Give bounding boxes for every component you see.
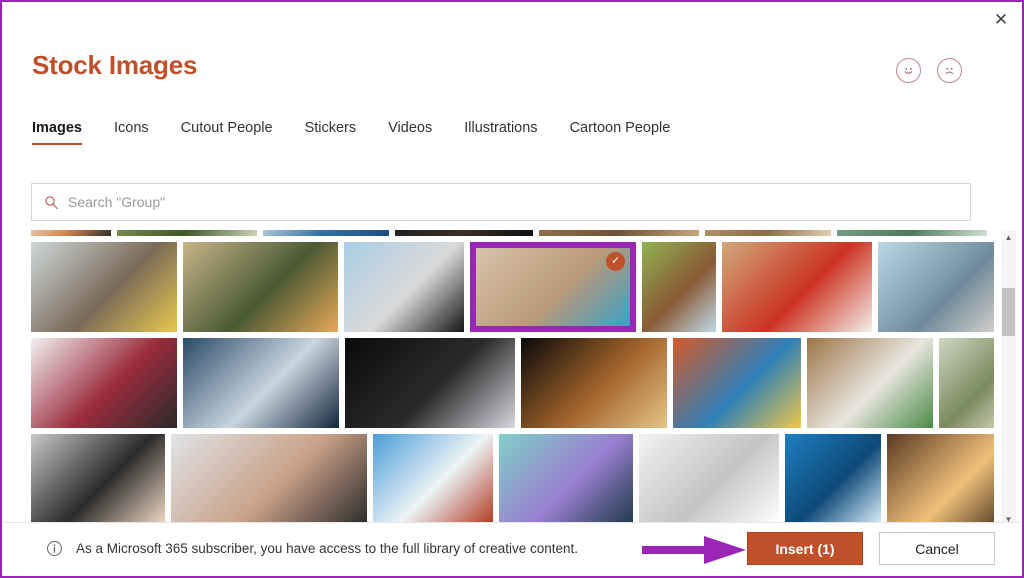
gallery-tile[interactable] (263, 230, 389, 236)
footer-buttons: Insert (1) Cancel (747, 532, 995, 565)
stock-images-dialog: Stock Images ✕ Images Icons Cutout People S… (0, 0, 1024, 578)
tab-cutout-people[interactable]: Cutout People (181, 120, 273, 145)
search-input[interactable] (68, 194, 958, 210)
gallery-tile[interactable] (939, 338, 994, 428)
gallery-tile[interactable] (521, 338, 667, 428)
page-title: Stock Images (32, 50, 198, 80)
search-icon (45, 195, 58, 209)
tab-bar: Images Icons Cutout People Stickers Videos Il… (32, 120, 702, 160)
close-icon[interactable]: ✕ (984, 4, 1018, 34)
gallery-row (31, 434, 994, 524)
gallery-tile[interactable] (785, 434, 881, 524)
selected-check-icon: ✓ (606, 252, 625, 271)
info-icon (46, 540, 63, 557)
gallery-tile[interactable] (183, 338, 339, 428)
scroll-up-arrow-icon[interactable]: ▲ (1001, 230, 1016, 245)
dialog-header: Stock Images (2, 2, 1022, 110)
gallery-tile[interactable] (395, 230, 533, 236)
gallery-tile[interactable] (171, 434, 367, 524)
gallery-tile[interactable] (807, 338, 933, 428)
dialog-footer: As a Microsoft 365 subscriber, you have … (4, 522, 1020, 574)
gallery-row: ✓ (31, 242, 994, 332)
gallery-tile[interactable] (117, 230, 257, 236)
frown-face-icon[interactable] (937, 58, 962, 83)
gallery-tile[interactable] (673, 338, 801, 428)
tab-images[interactable]: Images (32, 120, 82, 145)
scrollbar-thumb[interactable] (1002, 288, 1015, 336)
tab-cartoon-people[interactable]: Cartoon People (570, 120, 671, 145)
gallery-tile[interactable] (31, 434, 165, 524)
gallery-tile[interactable] (539, 230, 699, 236)
gallery-tile[interactable] (31, 242, 177, 332)
gallery-tile[interactable] (183, 242, 338, 332)
feedback-buttons (896, 58, 962, 83)
gallery-row (31, 338, 994, 428)
gallery-tile[interactable] (344, 242, 464, 332)
subscriber-message: As a Microsoft 365 subscriber, you have … (76, 541, 578, 556)
cancel-button[interactable]: Cancel (879, 532, 995, 565)
tab-stickers[interactable]: Stickers (305, 120, 357, 145)
search-box[interactable] (31, 183, 971, 221)
gallery-tile[interactable] (639, 434, 779, 524)
tab-illustrations[interactable]: Illustrations (464, 120, 537, 145)
gallery-scrollbar[interactable]: ▲ ▼ (1001, 230, 1016, 527)
insert-button[interactable]: Insert (1) (747, 532, 863, 565)
gallery-tile[interactable] (345, 338, 515, 428)
gallery-tile[interactable] (373, 434, 493, 524)
gallery-tile[interactable] (31, 338, 177, 428)
gallery-tile[interactable]: ✓ (470, 242, 636, 332)
tab-icons[interactable]: Icons (114, 120, 149, 145)
gallery-tile[interactable] (722, 242, 872, 332)
image-results-grid: ✓ (31, 230, 994, 527)
gallery-tile[interactable] (499, 434, 633, 524)
gallery-tile[interactable] (31, 230, 111, 236)
gallery-tile[interactable] (642, 242, 716, 332)
gallery-tile[interactable] (887, 434, 994, 524)
gallery-tile[interactable] (878, 242, 994, 332)
gallery-tile[interactable] (837, 230, 987, 236)
smile-face-icon[interactable] (896, 58, 921, 83)
gallery-row (31, 230, 994, 236)
tab-videos[interactable]: Videos (388, 120, 432, 145)
gallery-tile[interactable] (705, 230, 831, 236)
